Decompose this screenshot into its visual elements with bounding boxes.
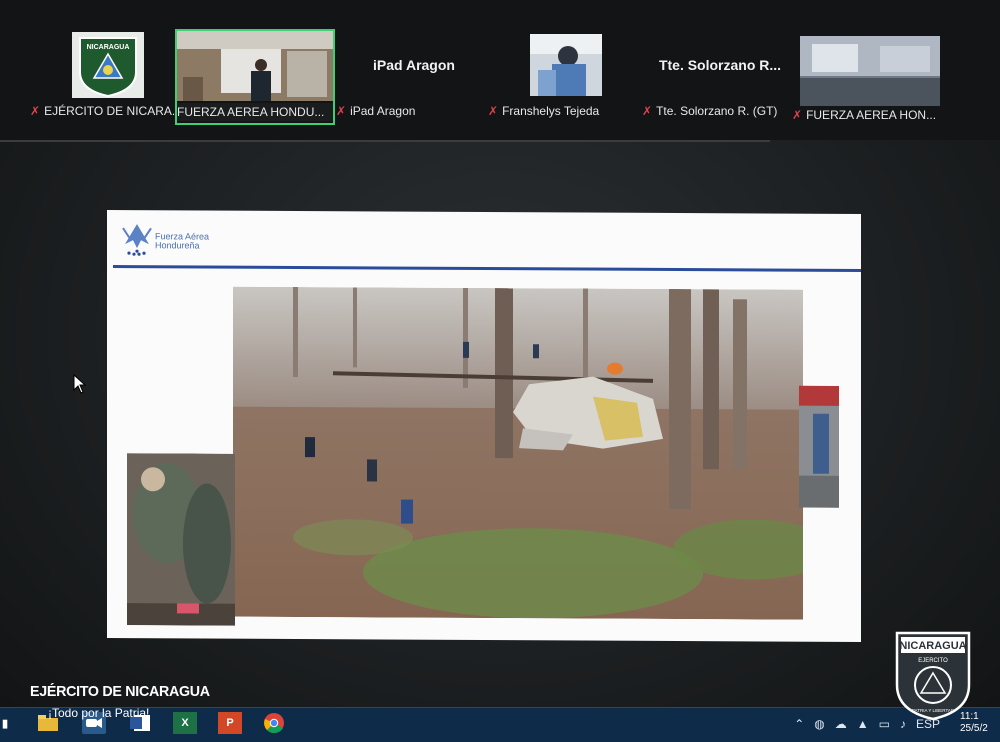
participant-video: iPad Aragon xyxy=(336,30,492,100)
participant-name: FUERZA AEREA HONDU... xyxy=(177,105,325,119)
participant-video xyxy=(177,31,333,101)
participant-placeholder-name: iPad Aragon xyxy=(373,57,455,73)
video-feed-room xyxy=(800,36,940,106)
org-name: Fuerza Aérea Hondureña xyxy=(155,231,209,251)
rescuers-inset-photo xyxy=(127,453,235,626)
participant-video xyxy=(792,36,948,106)
microphone-icon[interactable]: ▲ xyxy=(857,717,869,731)
mic-muted-icon: ✗ xyxy=(642,104,653,118)
participant-tile-ejercito[interactable]: NICARAGUA ✗ EJÉRCITO DE NICARA... xyxy=(30,30,186,122)
chrome-icon[interactable] xyxy=(262,712,286,734)
watermark-subtitle: ¡Todo por la Patria! xyxy=(48,706,150,720)
participant-video: NICARAGUA xyxy=(30,30,186,100)
shared-slide: Fuerza Aérea Hondureña xyxy=(107,210,861,642)
participant-video xyxy=(488,30,644,100)
watermark-title: EJÉRCITO DE NICARAGUA xyxy=(30,683,210,700)
mouse-cursor-icon xyxy=(73,374,87,394)
participant-name-row: ✗ iPad Aragon xyxy=(336,102,492,120)
org-name-line2: Hondureña xyxy=(155,240,200,251)
participant-name: FUERZA AEREA HON... xyxy=(806,108,937,122)
cloud-icon[interactable]: ☁ xyxy=(835,717,847,731)
mic-muted-icon: ✗ xyxy=(792,108,803,122)
mic-muted-icon: ✗ xyxy=(30,104,41,118)
video-feed-participant xyxy=(530,34,602,96)
network-icon[interactable]: ◍ xyxy=(814,717,824,731)
ejercito-crest-icon: NICARAGUA EJERCITO PATRIA Y LIBERTAD xyxy=(895,631,971,721)
participant-name: Franshelys Tejeda xyxy=(502,104,600,118)
participant-name-row: ✗ FUERZA AEREA HON... xyxy=(792,106,948,124)
participant-tile-fuerza-aerea[interactable]: FUERZA AEREA HONDU... xyxy=(175,29,335,125)
participant-placeholder-name: Tte. Solorzano R... xyxy=(658,57,782,73)
participant-name-row: FUERZA AEREA HONDU... xyxy=(177,103,333,121)
participant-video: Tte. Solorzano R... xyxy=(642,30,798,100)
crash-site-image xyxy=(233,286,803,620)
excel-icon[interactable]: X xyxy=(173,712,197,734)
fuerza-aerea-wings-icon xyxy=(122,224,152,256)
participant-name: Tte. Solorzano R. (GT) xyxy=(656,104,778,118)
responder-inset-image xyxy=(799,385,839,508)
crest-motto: PATRIA Y LIBERTAD xyxy=(912,708,955,713)
display-icon[interactable]: ▭ xyxy=(879,717,890,731)
mic-muted-icon: ✗ xyxy=(488,104,499,118)
participant-name: iPad Aragon xyxy=(350,104,416,118)
strip-divider xyxy=(0,140,770,142)
start-menu-icon[interactable]: ▮ xyxy=(0,712,10,734)
participant-name-row: ✗ Franshelys Tejeda xyxy=(488,102,644,120)
participant-tile-solorzano[interactable]: Tte. Solorzano R... ✗ Tte. Solorzano R. … xyxy=(642,30,798,122)
responder-inset-photo xyxy=(799,385,839,508)
show-hidden-icons-icon[interactable]: ⌃ xyxy=(794,717,804,731)
participant-tile-fuerza-aerea-2[interactable]: ✗ FUERZA AEREA HON... xyxy=(792,36,948,128)
slide-header: Fuerza Aérea Hondureña xyxy=(107,210,861,269)
ejercito-logo-icon: NICARAGUA xyxy=(72,32,144,98)
participant-name: EJÉRCITO DE NICARA... xyxy=(44,104,182,118)
participant-tile-franshelys[interactable]: ✗ Franshelys Tejeda xyxy=(488,30,644,122)
crest-top-text: NICARAGUA xyxy=(899,640,966,652)
crest-mid-text: EJERCITO xyxy=(918,658,948,664)
participant-tile-ipad-aragon[interactable]: iPad Aragon ✗ iPad Aragon xyxy=(336,30,492,122)
logo-text: NICARAGUA xyxy=(87,44,130,51)
mic-muted-icon: ✗ xyxy=(336,104,347,118)
crash-site-photo xyxy=(233,286,803,620)
participant-name-row: ✗ Tte. Solorzano R. (GT) xyxy=(642,102,798,120)
clock-date: 25/5/2 xyxy=(960,723,988,734)
video-feed-presenter xyxy=(177,31,333,101)
participant-name-row: ✗ EJÉRCITO DE NICARA... xyxy=(30,102,186,120)
powerpoint-icon[interactable]: P xyxy=(218,712,242,734)
rescuers-inset-image xyxy=(127,453,235,626)
